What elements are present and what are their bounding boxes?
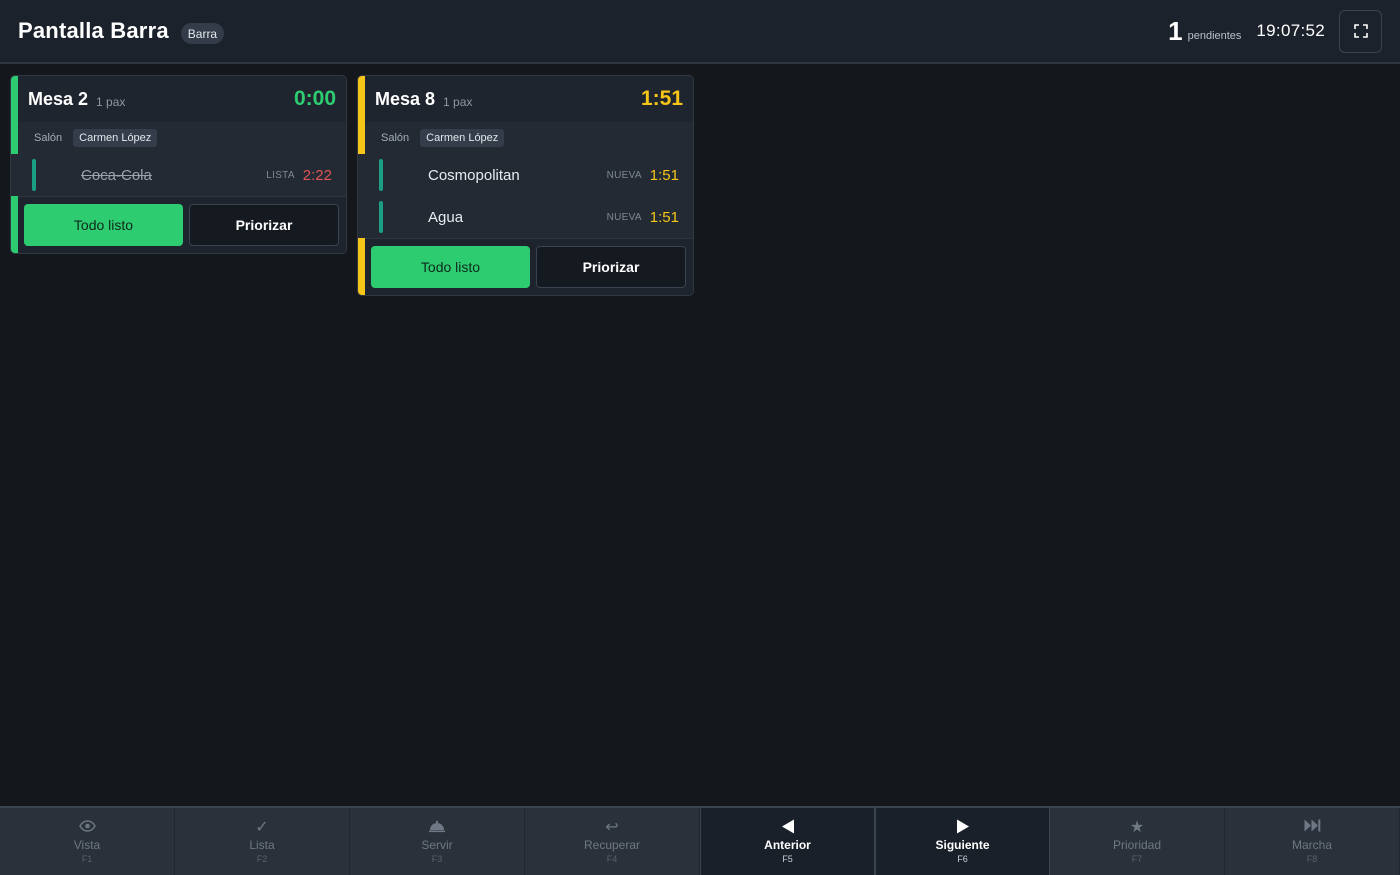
fkey-label: Recuperar: [583, 838, 641, 852]
item-name: Coca-Cola: [81, 166, 152, 184]
all-ready-button[interactable]: Todo listo: [371, 246, 530, 288]
item-status: NUEVA: [606, 211, 642, 223]
triangle-left-icon: [781, 819, 795, 837]
pending-count: 1: [1168, 16, 1183, 46]
check-icon: ✓: [255, 819, 269, 836]
skip-forward-icon: [1304, 819, 1321, 837]
zone-label: Salón: [34, 132, 63, 144]
order-header: Mesa 8 1 pax 1:51: [358, 76, 693, 122]
function-key-bar: Vista F1 ✓ Lista F2 Servir F3 ↩ Recupera…: [0, 806, 1400, 875]
fkey-shortcut: F8: [1306, 854, 1318, 864]
fkey-label: Servir: [421, 838, 453, 852]
star-icon: ★: [1129, 819, 1145, 836]
fkey-label: Vista: [73, 838, 101, 852]
fkey-vista[interactable]: Vista F1: [0, 808, 175, 875]
fullscreen-icon: [1353, 24, 1368, 38]
item-timer: 2:22: [302, 166, 332, 184]
item-name: Cosmopolitan: [428, 166, 520, 184]
fkey-prioridad[interactable]: ★ Prioridad F7: [1050, 808, 1225, 875]
fkey-shortcut: F4: [606, 854, 618, 864]
fkey-label: Anterior: [764, 838, 811, 852]
item-timer: 1:51: [649, 208, 679, 226]
prioritize-button[interactable]: Priorizar: [536, 246, 686, 288]
fkey-label: Siguiente: [935, 838, 990, 852]
item-status-bar: [379, 201, 383, 233]
clock: 19:07:52: [1256, 21, 1325, 40]
fkey-shortcut: F5: [782, 854, 793, 864]
order-item[interactable]: Cosmopolitan NUEVA 1:51: [358, 154, 693, 196]
order-header: Mesa 2 1 pax 0:00: [11, 76, 346, 122]
order-actions: Todo listo Priorizar: [358, 238, 693, 295]
waiter-badge: Carmen López: [73, 129, 158, 147]
order-card[interactable]: Mesa 2 1 pax 0:00 Salón Carmen López Coc…: [10, 75, 347, 254]
fkey-shortcut: F6: [957, 854, 968, 864]
pending-label: pendientes: [1187, 30, 1242, 42]
page-title: Pantalla Barra: [18, 18, 169, 43]
item-status: NUEVA: [606, 169, 642, 181]
fkey-servir[interactable]: Servir F3: [350, 808, 525, 875]
order-item[interactable]: Agua NUEVA 1:51: [358, 196, 693, 238]
fkey-marcha[interactable]: Marcha F8: [1225, 808, 1400, 875]
table-name: Mesa 8: [375, 88, 436, 109]
fkey-label: Lista: [249, 838, 275, 852]
guest-count: 1 pax: [96, 94, 126, 109]
fkey-label: Prioridad: [1112, 838, 1162, 852]
triangle-right-icon: [956, 819, 970, 837]
fkey-shortcut: F2: [256, 854, 268, 864]
order-actions: Todo listo Priorizar: [11, 196, 346, 253]
fkey-recuperar[interactable]: ↩ Recuperar F4: [525, 808, 700, 875]
header-status: 1 pendientes 19:07:52: [1168, 9, 1382, 53]
item-status-bar: [379, 159, 383, 191]
zone-label: Salón: [381, 132, 410, 144]
order-timer: 0:00: [293, 87, 336, 110]
eye-icon: [78, 819, 96, 837]
item-status: LISTA: [266, 169, 295, 181]
fullscreen-button[interactable]: [1339, 9, 1382, 53]
dish-icon: [428, 819, 446, 837]
order-timer: 1:51: [640, 87, 683, 110]
guest-count: 1 pax: [443, 94, 473, 109]
station-badge: Barra: [180, 22, 225, 44]
table-name: Mesa 2: [28, 88, 89, 109]
item-timer: 1:51: [649, 166, 679, 184]
fkey-lista[interactable]: ✓ Lista F2: [175, 808, 350, 875]
all-ready-button[interactable]: Todo listo: [24, 204, 183, 246]
fkey-shortcut: F7: [1131, 854, 1143, 864]
order-meta: Salón Carmen López: [358, 122, 693, 154]
fkey-shortcut: F3: [431, 854, 443, 864]
fkey-label: Marcha: [1291, 838, 1332, 852]
prioritize-button[interactable]: Priorizar: [189, 204, 339, 246]
item-status-bar: [32, 159, 36, 191]
top-bar: Pantalla Barra Barra 1 pendientes 19:07:…: [0, 0, 1400, 64]
order-card[interactable]: Mesa 8 1 pax 1:51 Salón Carmen López Cos…: [357, 75, 694, 296]
fkey-siguiente[interactable]: Siguiente F6: [875, 808, 1050, 875]
order-item[interactable]: Coca-Cola LISTA 2:22: [11, 154, 346, 196]
order-meta: Salón Carmen López: [11, 122, 346, 154]
waiter-badge: Carmen López: [420, 129, 505, 147]
undo-icon: ↩: [605, 819, 619, 836]
fkey-anterior[interactable]: Anterior F5: [700, 808, 875, 875]
fkey-shortcut: F1: [81, 854, 93, 864]
item-name: Agua: [428, 208, 464, 226]
